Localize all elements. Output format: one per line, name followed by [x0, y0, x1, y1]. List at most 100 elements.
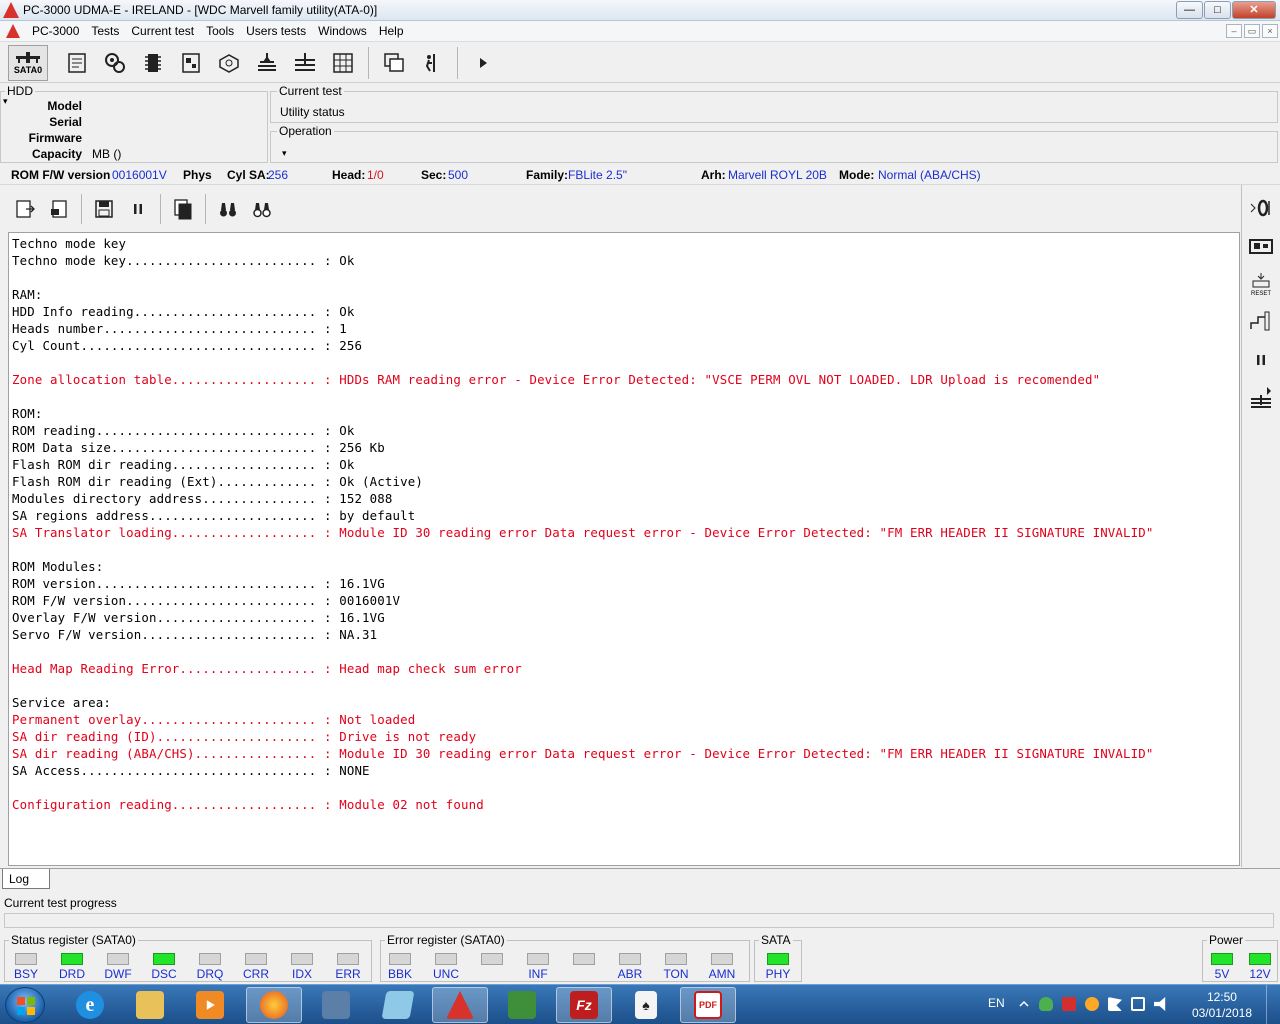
taskbar-filezilla[interactable]: Fz [556, 987, 612, 1023]
operation-group: Operation ▾ [270, 124, 1278, 163]
sata0-label: SATA0 [13, 64, 43, 75]
open-log-button[interactable] [8, 192, 42, 226]
close-button[interactable]: ✕ [1232, 1, 1276, 19]
led-label-12v: 12V [1249, 967, 1271, 981]
log-line: Flash ROM dir reading...................… [12, 457, 355, 472]
taskbar-solitaire[interactable]: ♠ [618, 987, 674, 1023]
chip-tool-button[interactable] [134, 45, 172, 81]
side-run-button[interactable] [1244, 379, 1278, 417]
taskbar-internet-explorer[interactable]: e [62, 987, 118, 1023]
taskbar-pc3000[interactable] [432, 987, 488, 1023]
update-icon[interactable] [1085, 997, 1099, 1011]
power-reset-button[interactable] [1244, 189, 1278, 227]
mdi-restore-button[interactable]: ▭ [1244, 24, 1260, 38]
taskbar-pdf-reader[interactable]: PDF [680, 987, 736, 1023]
arh-label: Arh: [701, 168, 726, 182]
menu-users-tests[interactable]: Users tests [240, 24, 312, 38]
sata0-port-button[interactable]: SATA0 [8, 44, 48, 81]
minimize-button[interactable]: — [1176, 1, 1203, 19]
taskbar-monitor[interactable] [494, 987, 550, 1023]
taskbar-control-panel[interactable] [308, 987, 364, 1023]
mdi-close-button[interactable]: × [1262, 24, 1278, 38]
board-reset-button[interactable] [1244, 227, 1278, 265]
copy-log-button[interactable] [166, 192, 200, 226]
menu-pc3000[interactable]: PC-3000 [26, 24, 85, 38]
grid-tool-button[interactable] [324, 45, 362, 81]
menu-windows[interactable]: Windows [312, 24, 373, 38]
side-pause-button[interactable] [1244, 341, 1278, 379]
menu-tools[interactable]: Tools [200, 24, 240, 38]
action-center-flag-icon[interactable] [1108, 997, 1122, 1011]
mdi-system-icon[interactable] [6, 24, 20, 38]
hdd-serial-label: Serial [49, 115, 82, 129]
scroll-icon [68, 52, 86, 73]
menu-tests[interactable]: Tests [85, 24, 125, 38]
volume-muted-icon[interactable] [1154, 997, 1166, 1011]
pause-log-button[interactable] [121, 192, 155, 226]
led-drd [61, 953, 83, 965]
windows-tool-button[interactable] [375, 45, 413, 81]
log-line: Service area: [12, 695, 111, 710]
find-button[interactable] [211, 192, 245, 226]
system-clock[interactable]: 12:50 03/01/2018 [1192, 989, 1252, 1021]
start-button[interactable] [5, 987, 45, 1023]
floppy-save-icon [95, 200, 113, 218]
taskbar-media-player[interactable] [182, 987, 238, 1023]
reset-button[interactable]: RESET [1244, 265, 1278, 303]
board-tool-button[interactable] [172, 45, 210, 81]
find-next-button[interactable] [245, 192, 279, 226]
show-desktop-button[interactable] [1266, 985, 1280, 1024]
drive-tool-button[interactable] [210, 45, 248, 81]
main-toolbar: SATA0 [0, 43, 1280, 83]
save-log-button[interactable] [87, 192, 121, 226]
shield-icon[interactable] [1039, 997, 1053, 1011]
menu-help[interactable]: Help [373, 24, 410, 38]
current-test-value: Utility status [280, 105, 345, 119]
run-tool-button[interactable] [464, 45, 502, 81]
led-unc [435, 953, 457, 965]
led-label-bbk: BBK [387, 967, 412, 981]
stacked-windows-icon [384, 52, 404, 72]
pc3000-app-icon[interactable] [3, 2, 19, 18]
language-indicator[interactable]: EN [988, 996, 1005, 1010]
led-5v [1211, 953, 1233, 965]
network-icon[interactable] [1131, 997, 1145, 1011]
hdd-capacity-label: Capacity [31, 147, 82, 161]
head-tool-button[interactable] [248, 45, 286, 81]
taskbar-file-explorer[interactable] [122, 987, 178, 1023]
led-label-crr: CRR [243, 967, 269, 981]
computer-icon [322, 991, 350, 1019]
toolbar-separator [368, 46, 369, 79]
led-label-bsy: BSY [13, 967, 38, 981]
led-abr [619, 953, 641, 965]
led-unused [573, 953, 595, 965]
firefox-icon [260, 991, 288, 1019]
show-hidden-icons-icon[interactable] [1018, 997, 1030, 1011]
taskbar-notepad[interactable] [370, 987, 426, 1023]
led-label-drq: DRQ [196, 967, 224, 981]
hdd-model-label: Model [47, 99, 82, 113]
antivirus-icon[interactable] [1062, 997, 1076, 1011]
led-label-abr: ABR [617, 967, 643, 981]
tab-log[interactable]: Log [2, 869, 50, 889]
mode-value: Normal (ABA/CHS) [878, 168, 981, 182]
exit-tool-button[interactable] [413, 45, 451, 81]
head-stack-icon [258, 52, 276, 71]
operation-dropdown-icon[interactable]: ▾ [282, 148, 287, 159]
menu-current-test[interactable]: Current test [125, 24, 200, 38]
signal-button[interactable] [1244, 303, 1278, 341]
taskbar-firefox[interactable] [246, 987, 302, 1023]
log-line: Flash ROM dir reading (Ext).............… [12, 474, 423, 489]
playing-card-icon: ♠ [635, 991, 657, 1019]
phys-label: Phys [183, 168, 212, 182]
settings-tool-button[interactable] [96, 45, 134, 81]
load-log-button[interactable] [42, 192, 76, 226]
maximize-button[interactable]: □ [1204, 1, 1231, 19]
platter-tool-button[interactable] [286, 45, 324, 81]
scroll-tool-button[interactable] [58, 45, 96, 81]
mdi-minimize-button[interactable]: – [1226, 24, 1242, 38]
svg-text:RESET: RESET [1251, 291, 1271, 297]
log-output[interactable]: Techno mode key Techno mode key..........… [8, 232, 1240, 866]
log-line: ROM F/W version.........................… [12, 593, 401, 608]
